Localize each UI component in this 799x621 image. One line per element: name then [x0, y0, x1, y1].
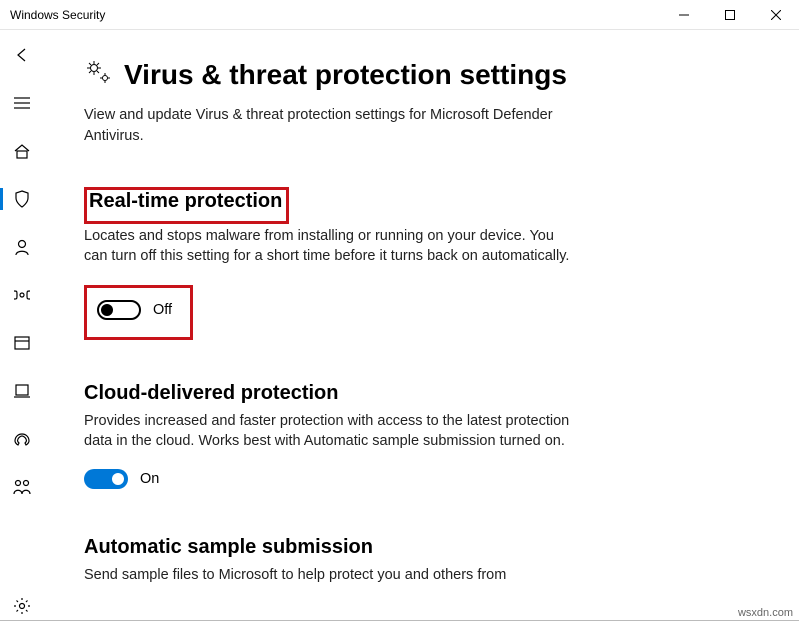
sidebar-item-account-protection[interactable]: [0, 232, 44, 262]
section-cloud: Cloud-delivered protection Provides incr…: [84, 382, 759, 495]
sidebar: [0, 30, 44, 621]
window-title: Windows Security: [10, 8, 661, 22]
highlight-box-title: Real-time protection: [84, 187, 289, 224]
sidebar-item-family-options[interactable]: [0, 472, 44, 502]
menu-button[interactable]: [0, 88, 44, 118]
maximize-button[interactable]: [707, 0, 753, 30]
cloud-toggle-label: On: [140, 471, 159, 487]
virus-settings-icon: [84, 58, 112, 91]
watermark: wsxdn.com: [738, 607, 793, 619]
realtime-toggle[interactable]: [97, 300, 141, 320]
auto-sample-description: Send sample files to Microsoft to help p…: [84, 565, 574, 585]
realtime-heading: Real-time protection: [89, 190, 282, 213]
realtime-toggle-label: Off: [153, 302, 172, 318]
sidebar-item-firewall[interactable]: [0, 280, 44, 310]
back-button[interactable]: [0, 40, 44, 70]
minimize-button[interactable]: [661, 0, 707, 30]
sidebar-item-virus-protection[interactable]: [0, 184, 44, 214]
titlebar: Windows Security: [0, 0, 799, 30]
sidebar-item-device-security[interactable]: [0, 376, 44, 406]
section-auto-sample: Automatic sample submission Send sample …: [84, 536, 759, 585]
sidebar-item-device-performance[interactable]: [0, 424, 44, 454]
realtime-description: Locates and stops malware from installin…: [84, 226, 574, 267]
page-title: Virus & threat protection settings: [124, 59, 567, 91]
cloud-heading: Cloud-delivered protection: [84, 382, 338, 405]
cloud-description: Provides increased and faster protection…: [84, 411, 574, 452]
highlight-box-toggle: Off: [84, 285, 193, 340]
page-header: Virus & threat protection settings: [84, 58, 759, 91]
main-content: Virus & threat protection settings View …: [44, 30, 799, 621]
section-realtime: Real-time protection Locates and stops m…: [84, 187, 759, 340]
sidebar-item-app-browser[interactable]: [0, 328, 44, 358]
close-button[interactable]: [753, 0, 799, 30]
auto-sample-heading: Automatic sample submission: [84, 536, 373, 559]
sidebar-item-home[interactable]: [0, 136, 44, 166]
sidebar-item-settings[interactable]: [0, 591, 44, 621]
cloud-toggle[interactable]: [84, 469, 128, 489]
page-subtitle: View and update Virus & threat protectio…: [84, 105, 564, 147]
